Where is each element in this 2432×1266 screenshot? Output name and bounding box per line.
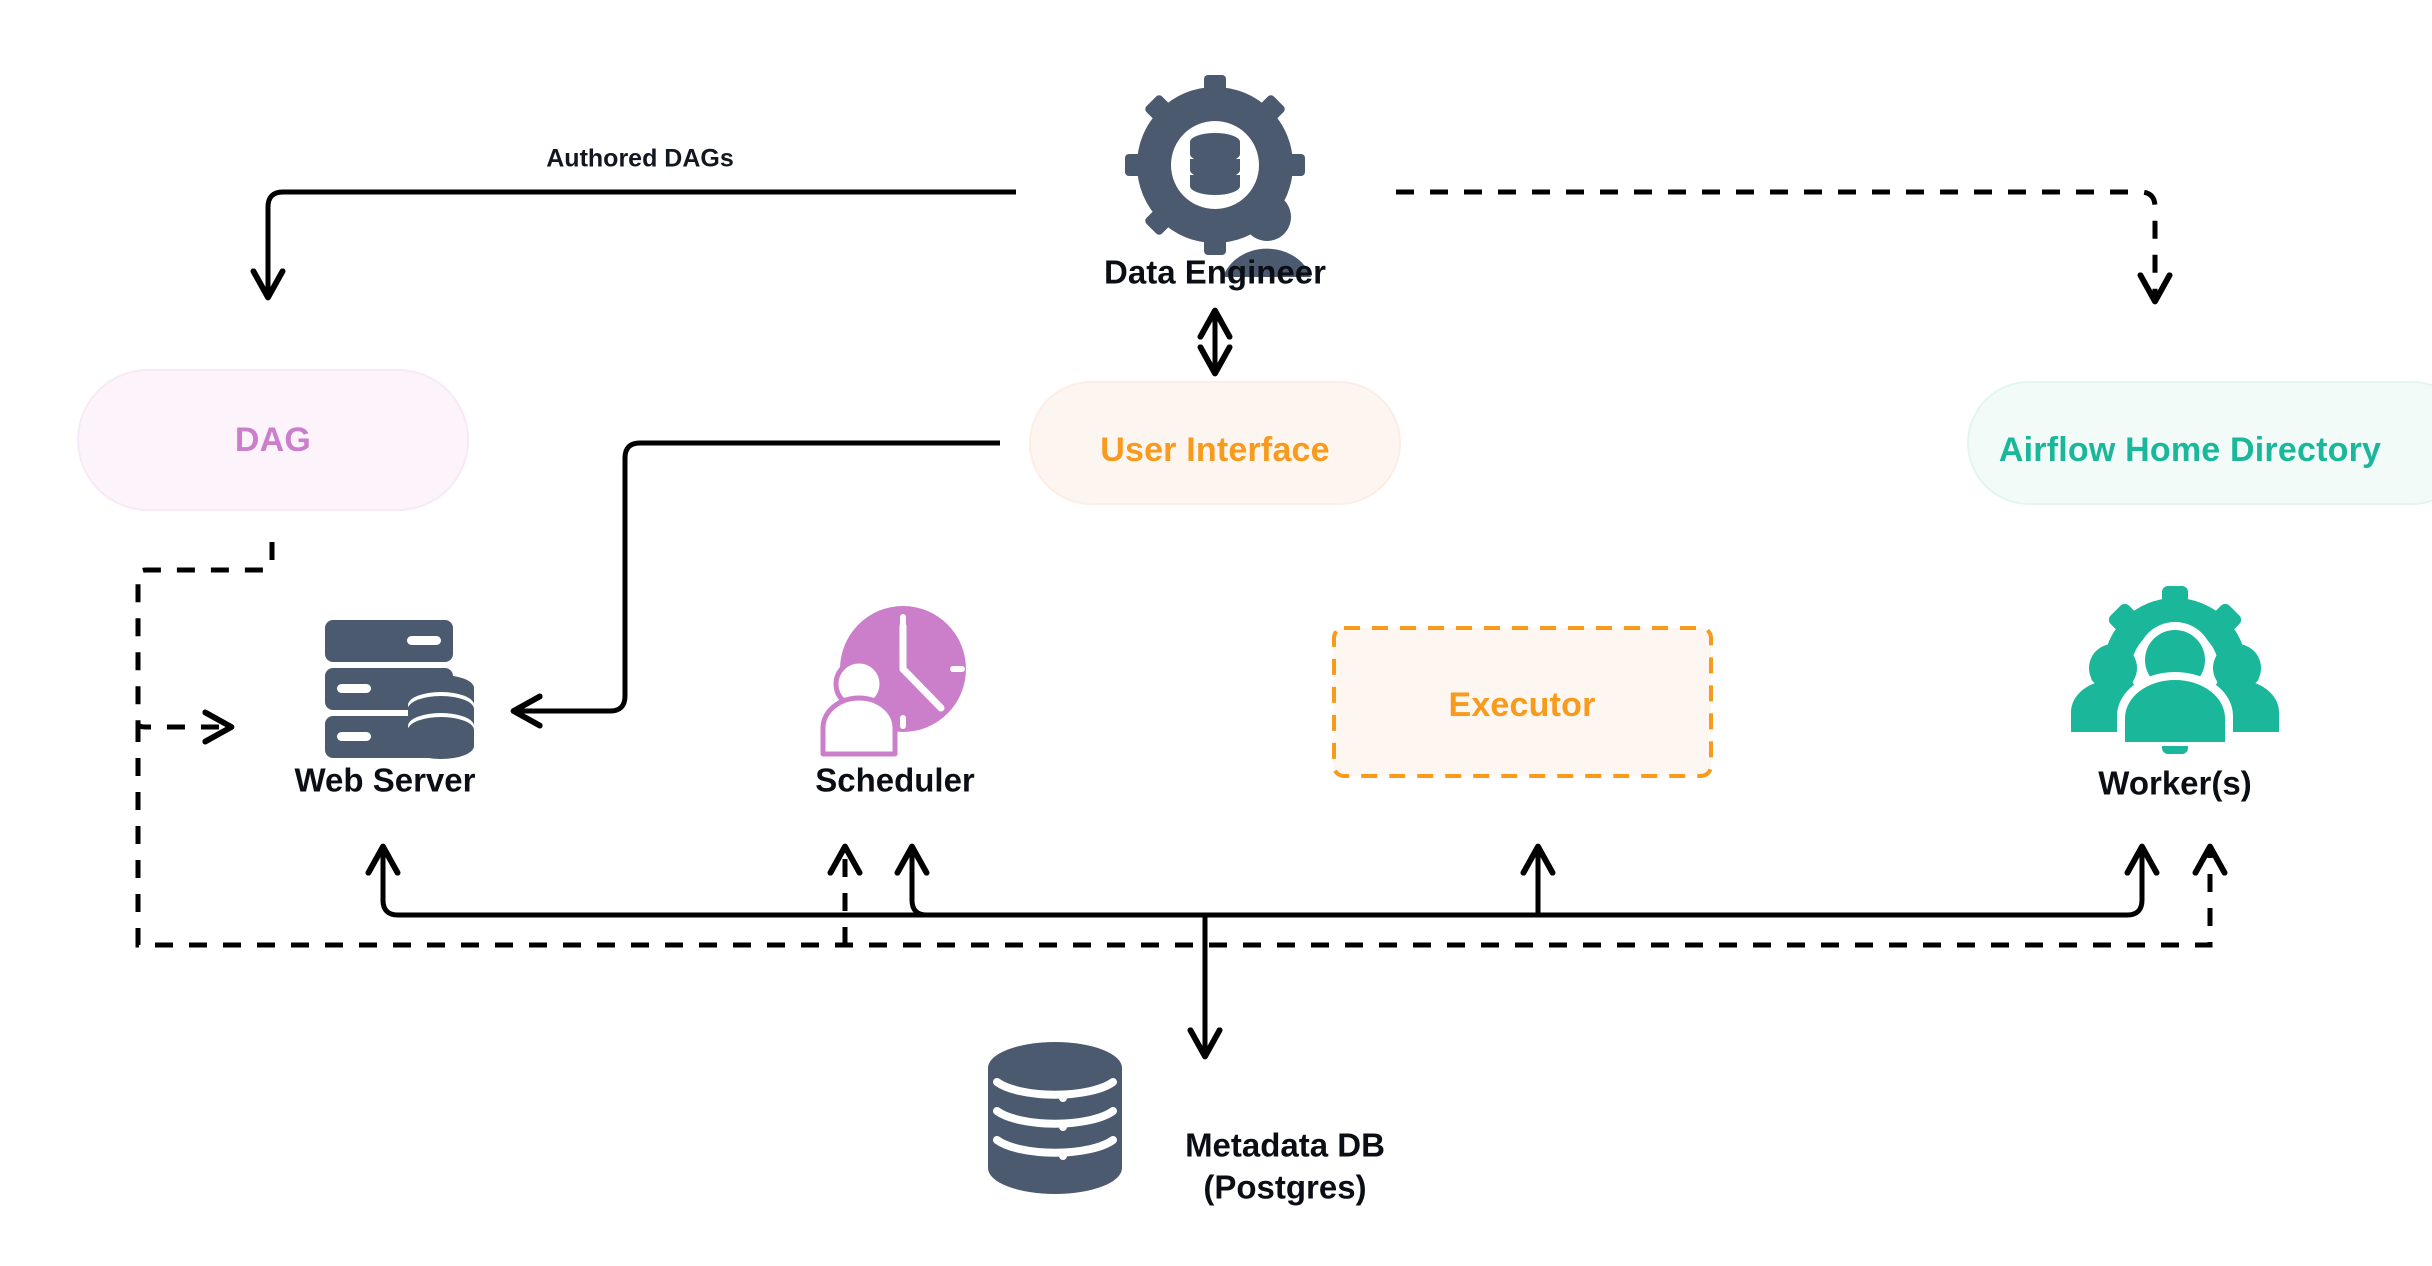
metadata-scheduler-branch xyxy=(894,843,930,918)
edge-dag-to-web-server xyxy=(135,542,275,745)
edge-authored-dags: Authored DAGs xyxy=(250,145,1016,301)
dag-label: DAG xyxy=(235,421,311,459)
authored-dags-label: Authored DAGs xyxy=(546,145,734,173)
node-user-interface[interactable]: User Interface xyxy=(1029,381,1401,505)
engineer-airflow-home-line xyxy=(1396,189,2173,305)
clock-person-icon xyxy=(820,606,966,757)
server-stack-database-icon xyxy=(325,620,474,759)
scheduler-label: Scheduler xyxy=(815,762,975,799)
node-scheduler[interactable]: Scheduler xyxy=(815,606,975,799)
node-airflow-home-directory[interactable]: Airflow Home Directory xyxy=(1967,381,2432,505)
metadata-solid-bus xyxy=(365,843,2160,1060)
node-metadata-db[interactable]: Metadata DB (Postgres) xyxy=(988,1042,1385,1206)
web-server-label: Web Server xyxy=(295,762,476,799)
airflow-home-label: Airflow Home Directory xyxy=(1999,431,2381,469)
metadata-db-label-line1: Metadata DB xyxy=(1185,1127,1385,1164)
node-data-engineer[interactable]: Data Engineer xyxy=(1104,75,1326,291)
node-workers[interactable]: Worker(s) xyxy=(2071,586,2279,802)
gear-people-icon xyxy=(2071,586,2279,754)
database-cylinder-icon xyxy=(988,1042,1122,1194)
user-interface-label: User Interface xyxy=(1100,431,1330,469)
metadata-db-label-line2: (Postgres) xyxy=(1203,1169,1366,1206)
edge-engineer-to-airflow-home xyxy=(1396,189,2173,305)
executor-label: Executor xyxy=(1448,686,1595,724)
metadata-bus-line xyxy=(365,843,2160,918)
node-dag[interactable]: DAG xyxy=(77,369,469,511)
data-engineer-label: Data Engineer xyxy=(1104,254,1326,291)
authored-dags-line xyxy=(250,189,1016,301)
gear-database-person-icon xyxy=(1125,75,1311,277)
node-web-server[interactable]: Web Server xyxy=(295,620,476,799)
airflow-architecture-diagram: Authored DAGs DAG User Interface Airflow… xyxy=(77,75,2432,1206)
node-executor[interactable]: Executor xyxy=(1332,626,1713,778)
dag-web-server-line xyxy=(135,542,275,745)
workers-label: Worker(s) xyxy=(2098,765,2251,802)
